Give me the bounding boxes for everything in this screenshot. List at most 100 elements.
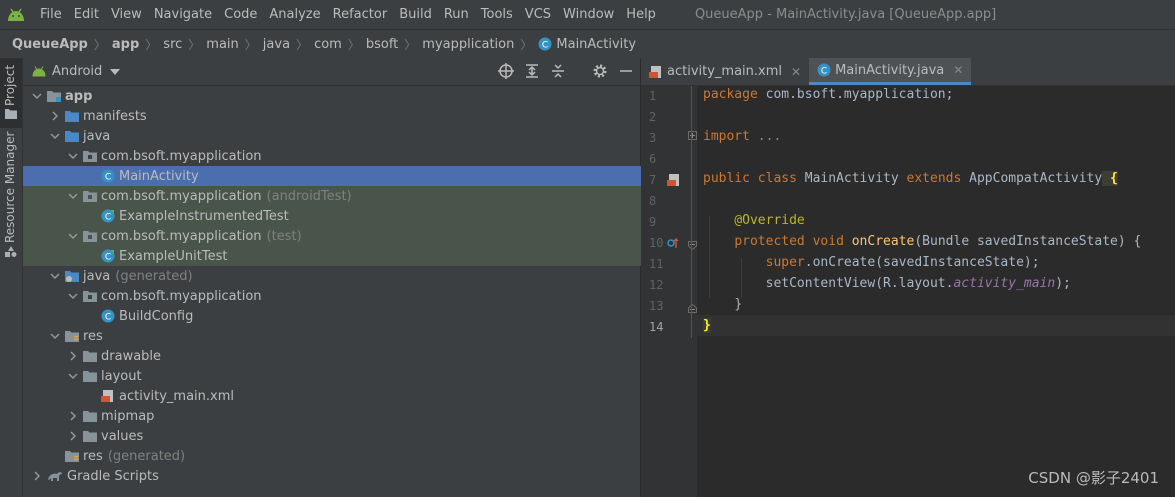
override-method-icon[interactable] (666, 236, 680, 250)
current-line-highlight (697, 315, 1175, 336)
chevron-right-icon[interactable] (49, 110, 61, 122)
breadcrumb-separator: 〉 (145, 37, 158, 52)
menu-edit[interactable]: Edit (68, 7, 105, 22)
tree-item-unit-test[interactable]: C ExampleUnitTest (23, 246, 718, 266)
close-icon[interactable]: ✕ (953, 63, 963, 77)
tree-item-values[interactable]: values (23, 426, 684, 446)
tree-item-manifests[interactable]: manifests (23, 106, 666, 126)
line-number: 6 (649, 152, 657, 166)
menu-code[interactable]: Code (218, 7, 263, 22)
tree-item-package-test[interactable]: com.bsoft.myapplication (test) (23, 226, 684, 246)
tree-item-package-main[interactable]: com.bsoft.myapplication (23, 146, 684, 166)
project-view-selector[interactable]: Android (52, 64, 102, 79)
fold-icon[interactable] (688, 131, 697, 140)
layout-file-icon (101, 390, 113, 402)
tree-item-java-generated[interactable]: java (generated) (23, 266, 666, 286)
package-icon (83, 231, 97, 242)
menu-refactor[interactable]: Refactor (327, 7, 394, 22)
fold-icon[interactable] (688, 304, 697, 313)
related-layout-icon[interactable] (667, 173, 681, 187)
chevron-down-icon[interactable] (67, 370, 79, 382)
tree-item-res-generated[interactable]: res (generated) (23, 446, 682, 466)
resource-manager-tab-label: Resource Manager (3, 131, 17, 243)
chevron-down-icon[interactable] (110, 68, 121, 75)
minimize-icon[interactable] (618, 63, 634, 79)
breadcrumb-module[interactable]: app (112, 37, 139, 52)
tree-item-res[interactable]: res (23, 326, 666, 346)
tree-item-java[interactable]: java (23, 126, 666, 146)
menu-build[interactable]: Build (393, 7, 438, 22)
tab-mainactivity-java[interactable]: C MainActivity.java ✕ (809, 58, 972, 85)
tab-activity-main-xml[interactable]: activity_main.xml ✕ (641, 58, 809, 85)
breadcrumb-bsoft[interactable]: bsoft (366, 37, 398, 52)
collapse-all-icon[interactable] (550, 63, 566, 79)
line-number: 7 (649, 173, 657, 187)
tool-window-stripe: Project Resource Manager (0, 58, 23, 497)
breadcrumb: QueueApp 〉 app 〉 src 〉 main 〉 java 〉 com… (0, 29, 1175, 59)
breadcrumb-mainactivity[interactable]: C MainActivity (538, 37, 636, 52)
chevron-right-icon[interactable] (67, 430, 79, 442)
tree-item-mipmap[interactable]: mipmap (23, 406, 684, 426)
menu-tools[interactable]: Tools (475, 7, 519, 22)
resource-manager-icon (5, 246, 17, 257)
tree-item-package-androidtest[interactable]: com.bsoft.myapplication (androidTest) (23, 186, 684, 206)
code-text-area[interactable]: package com.bsoft.myapplication; import … (697, 86, 1175, 497)
menu-window[interactable]: Window (557, 7, 620, 22)
svg-text:C: C (542, 41, 548, 51)
menu-help[interactable]: Help (620, 7, 662, 22)
resource-folder-icon (65, 331, 79, 342)
tree-item-activity-main-xml[interactable]: activity_main.xml (23, 386, 718, 406)
chevron-down-icon[interactable] (67, 150, 79, 162)
chevron-right-icon[interactable] (31, 470, 43, 482)
menu-analyze[interactable]: Analyze (263, 7, 326, 22)
chevron-down-icon[interactable] (31, 90, 43, 102)
expand-all-icon[interactable] (524, 63, 540, 79)
tree-item-app[interactable]: app (23, 86, 648, 106)
tree-item-drawable[interactable]: drawable (23, 346, 684, 366)
tree-item-layout[interactable]: layout (23, 366, 684, 386)
menu-run[interactable]: Run (438, 7, 475, 22)
line-number: 3 (649, 131, 657, 145)
menu-navigate[interactable]: Navigate (148, 7, 218, 22)
fold-icon[interactable] (688, 241, 697, 250)
locate-target-icon[interactable] (498, 63, 514, 79)
tree-item-package-generated[interactable]: com.bsoft.myapplication (23, 286, 684, 306)
chevron-down-icon[interactable] (67, 190, 79, 202)
tree-item-mainactivity[interactable]: C MainActivity (23, 166, 718, 186)
menu-vcs[interactable]: VCS (519, 7, 557, 22)
breadcrumb-myapplication[interactable]: myapplication (422, 37, 514, 52)
folded-imports[interactable]: ... (750, 129, 782, 144)
resource-manager-tool-tab[interactable]: Resource Manager (0, 132, 22, 263)
chevron-down-icon[interactable] (49, 330, 61, 342)
chevron-down-icon[interactable] (49, 270, 61, 282)
chevron-right-icon[interactable] (67, 350, 79, 362)
gear-icon[interactable] (592, 63, 608, 79)
gutter-divider (691, 86, 692, 338)
watermark: CSDN @影子2401 (1028, 469, 1159, 487)
chevron-down-icon[interactable] (67, 230, 79, 242)
close-icon[interactable]: ✕ (791, 65, 801, 79)
gradle-icon (48, 472, 62, 481)
line-number: 11 (649, 257, 664, 271)
chevron-down-icon[interactable] (67, 290, 79, 302)
code-line-14: } (703, 318, 711, 333)
tree-item-gradle-scripts[interactable]: Gradle Scripts (23, 466, 648, 486)
breadcrumb-main[interactable]: main (206, 37, 238, 52)
chevron-right-icon[interactable] (67, 410, 79, 422)
breadcrumb-com[interactable]: com (314, 37, 342, 52)
resource-folder-icon (65, 451, 79, 462)
project-tool-tab[interactable]: Project (0, 58, 22, 128)
breadcrumb-src[interactable]: src (163, 37, 182, 52)
svg-text:C: C (105, 173, 111, 183)
menu-file[interactable]: File (34, 7, 68, 22)
menu-bar: File Edit View Navigate Code Analyze Ref… (0, 0, 1175, 29)
breadcrumb-java[interactable]: java (263, 37, 290, 52)
svg-text:C: C (105, 253, 111, 263)
menu-view[interactable]: View (105, 7, 148, 22)
chevron-down-icon[interactable] (49, 130, 61, 142)
tree-item-buildconfig[interactable]: C BuildConfig (23, 306, 718, 326)
folder-icon (5, 109, 17, 119)
tree-item-instrumented-test[interactable]: C ExampleInstrumentedTest (23, 206, 718, 226)
breadcrumb-project[interactable]: QueueApp (12, 37, 88, 52)
code-editor: activity_main.xml ✕ C MainActivity.java … (641, 58, 1175, 497)
